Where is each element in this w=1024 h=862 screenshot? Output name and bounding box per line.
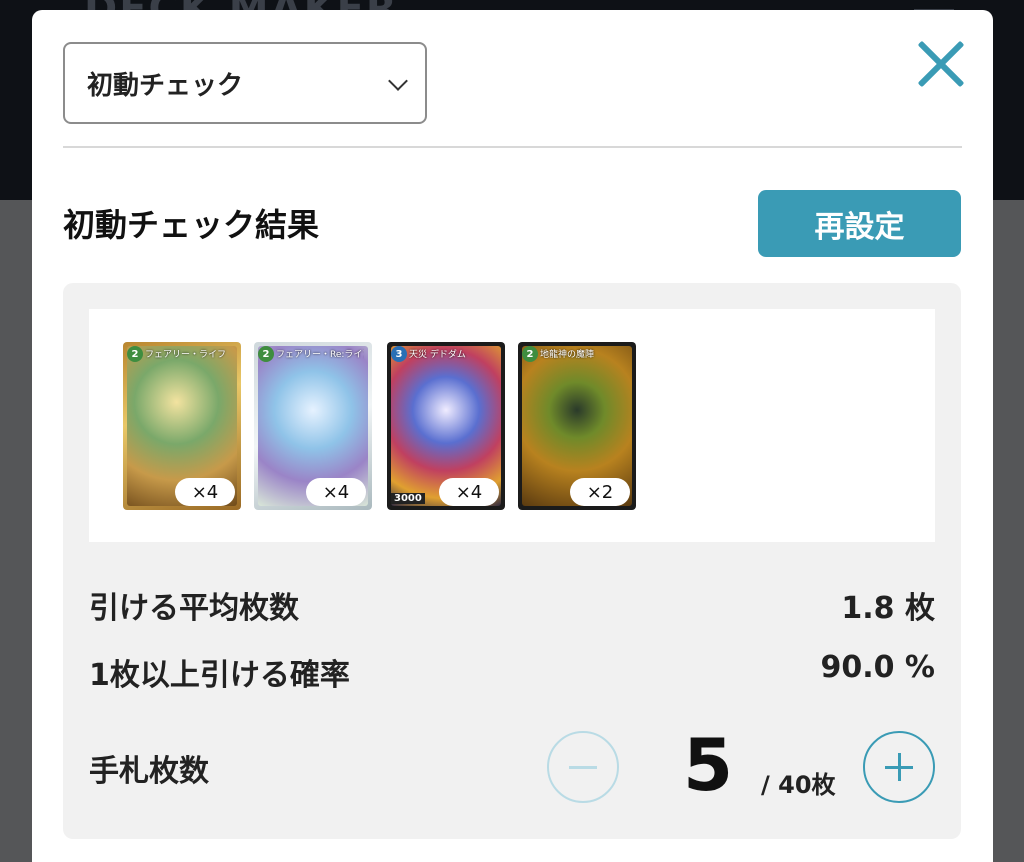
mode-select[interactable]: 初動チェック: [63, 42, 427, 124]
card-cost: 2: [522, 346, 538, 362]
card-cost: 3: [391, 346, 407, 362]
card-quantity-badge: ×2: [570, 478, 630, 506]
card-quantity-badge: ×4: [175, 478, 235, 506]
probability-value: 90.0 %: [820, 650, 935, 685]
average-draw-value: 1.8 枚: [841, 591, 935, 626]
card-cost: 2: [127, 346, 143, 362]
hand-size-label: 手札枚数: [89, 754, 209, 789]
card-quantity-badge: ×4: [306, 478, 366, 506]
card-power: 3000: [391, 493, 425, 504]
card-item[interactable]: 2 地龍神の魔陣 ×2: [518, 342, 636, 510]
plus-icon[interactable]: [863, 731, 935, 803]
initial-check-modal: 初動チェック 初動チェック結果 再設定 2 フェアリー・ライフ ×4 2 フェア…: [32, 10, 993, 862]
card-item[interactable]: 2 フェアリー・Re:ライフ ×4: [254, 342, 372, 510]
mode-select-value: 初動チェック: [87, 70, 244, 101]
probability-label: 1枚以上引ける確率: [89, 658, 350, 693]
card-name: フェアリー・Re:ライフ: [276, 350, 364, 360]
card-cost: 2: [258, 346, 274, 362]
card-item[interactable]: 2 フェアリー・ライフ ×4: [123, 342, 241, 510]
divider: [63, 146, 962, 148]
deck-size-total: / 40枚: [761, 771, 836, 799]
reset-button[interactable]: 再設定: [758, 190, 961, 257]
card-item[interactable]: 3 天災 デドダム 3000 ×4: [387, 342, 505, 510]
card-quantity-badge: ×4: [439, 478, 499, 506]
hand-size-value: 5: [683, 723, 734, 807]
card-list: 2 フェアリー・ライフ ×4 2 フェアリー・Re:ライフ ×4 3 天災 デド…: [89, 309, 935, 542]
card-name: 天災 デドダム: [409, 350, 466, 360]
average-draw-label: 引ける平均枚数: [89, 591, 299, 626]
close-icon[interactable]: [918, 40, 966, 88]
card-name: フェアリー・ライフ: [145, 350, 227, 360]
result-panel: 2 フェアリー・ライフ ×4 2 フェアリー・Re:ライフ ×4 3 天災 デド…: [63, 283, 961, 839]
minus-icon[interactable]: [547, 731, 619, 803]
result-title: 初動チェック結果: [63, 206, 320, 244]
card-name: 地龍神の魔陣: [540, 350, 595, 360]
chevron-down-icon: [388, 71, 408, 91]
